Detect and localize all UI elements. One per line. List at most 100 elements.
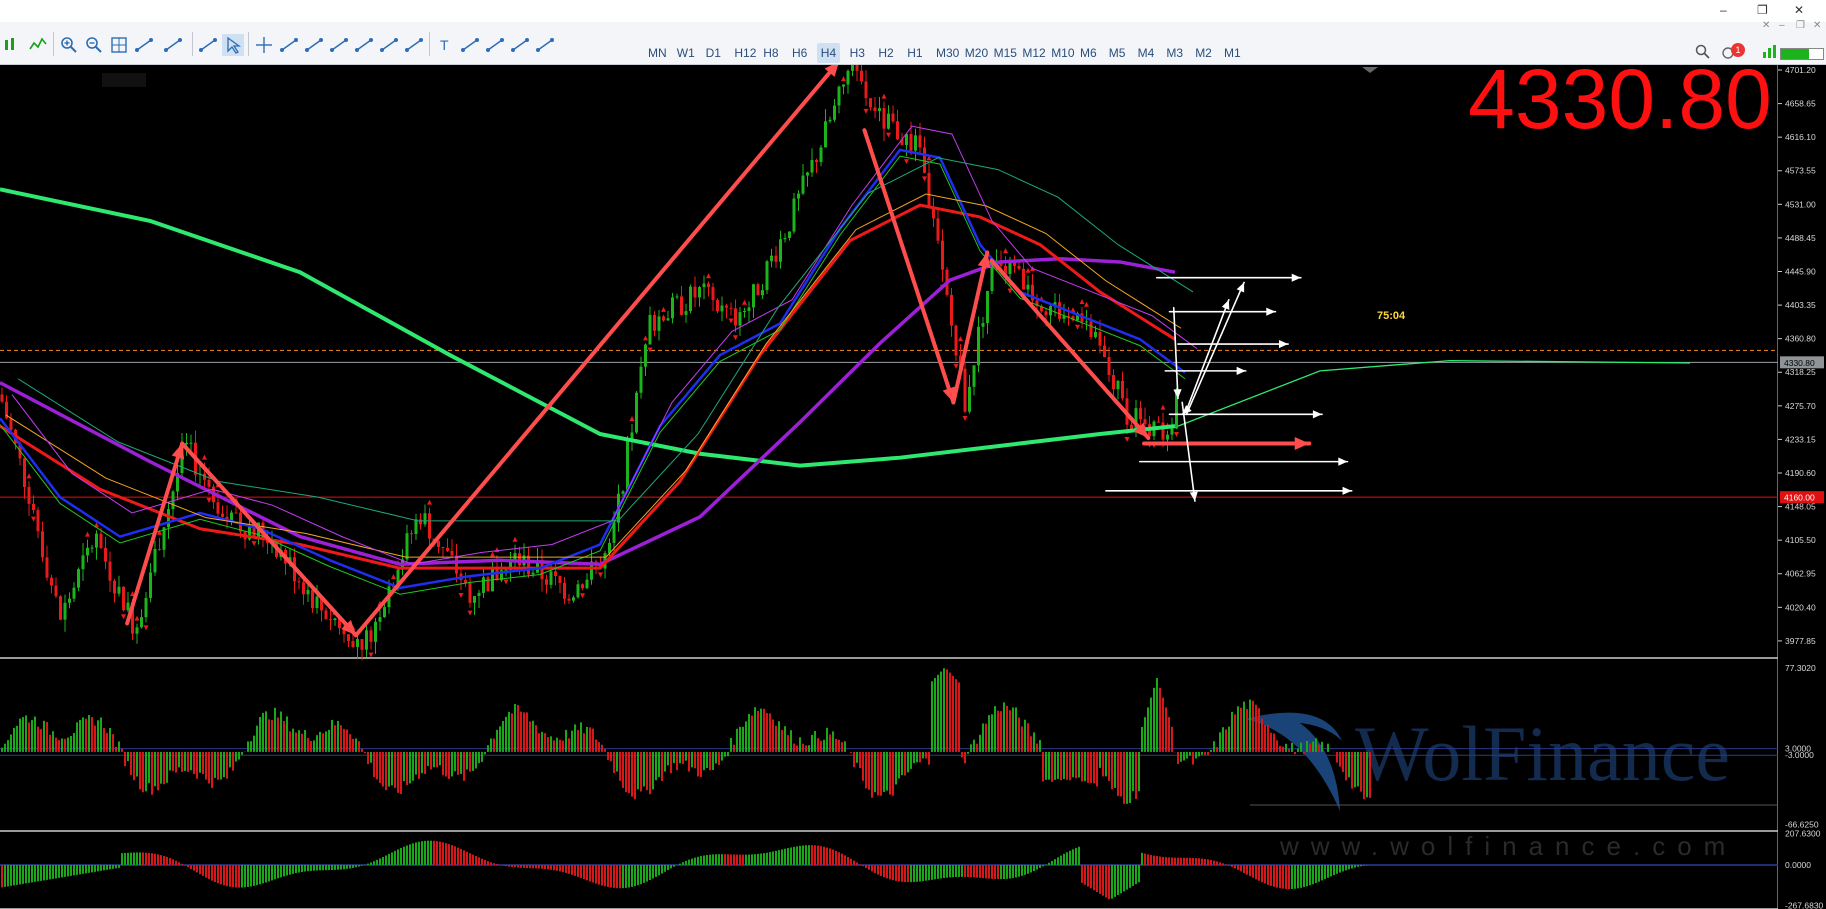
fractal-marker [904, 159, 909, 165]
timeframe-m5[interactable]: M5 [1109, 46, 1126, 60]
elliott-icon[interactable] [459, 34, 481, 56]
candle [36, 510, 40, 532]
fibonacci-icon-glyph [405, 38, 423, 52]
candle [810, 159, 814, 173]
axis-tick-label: 4445.90 [1785, 266, 1816, 276]
timeframe-h2[interactable]: H2 [878, 46, 893, 60]
timeframe-m2[interactable]: M2 [1195, 46, 1212, 60]
handle [70, 46, 77, 53]
bar-chart-icon[interactable] [2, 34, 24, 56]
fractal-marker [391, 573, 396, 579]
candle [815, 159, 818, 163]
candle [653, 315, 656, 331]
dot [550, 38, 554, 42]
timeframe-m6[interactable]: M6 [1080, 46, 1097, 60]
search-icon[interactable] [1693, 42, 1713, 62]
candle [486, 577, 490, 592]
candle [644, 344, 647, 367]
fractal-marker [202, 454, 207, 460]
crosshair-icon[interactable] [253, 34, 275, 56]
candle [545, 579, 548, 585]
line-chart-icon[interactable] [27, 34, 49, 56]
timeframe-m12[interactable]: M12 [1022, 46, 1045, 60]
projection-arrow-head [1338, 457, 1348, 466]
candle [788, 231, 791, 238]
timeframe-h4[interactable]: H4 [816, 43, 841, 63]
trendline-icon[interactable] [328, 34, 350, 56]
ray-icon[interactable] [353, 34, 375, 56]
chart-area[interactable]: WolFinance www.wolfinance.com 4701.20 4658… [0, 65, 1826, 909]
timeframe-h6[interactable]: H6 [792, 46, 807, 60]
fibonacci-icon[interactable] [403, 34, 425, 56]
signal-icon[interactable] [1760, 42, 1780, 62]
fractal-marker [742, 299, 747, 305]
timeframe-m15[interactable]: M15 [994, 46, 1017, 60]
candle [347, 634, 350, 642]
candle [765, 261, 769, 291]
shapes-icon[interactable] [509, 34, 531, 56]
timeframe-m30[interactable]: M30 [936, 46, 959, 60]
candle [783, 237, 787, 240]
chart-shift-icon[interactable] [162, 34, 184, 56]
candle [837, 86, 841, 106]
zoom-out-icon[interactable] [83, 34, 105, 56]
text-icon[interactable]: T [434, 34, 456, 56]
restore-icon[interactable]: ❐ [1757, 3, 1768, 17]
candle [45, 557, 49, 578]
dot [475, 38, 479, 42]
candle [698, 287, 701, 298]
candle [54, 585, 58, 597]
fractal-marker [706, 273, 711, 279]
vertical-line-icon[interactable] [278, 34, 300, 56]
candle [729, 307, 733, 309]
trend-arrow [951, 250, 990, 405]
axis-tick-label: 207.6300 [1785, 828, 1821, 838]
candle [761, 290, 764, 296]
sub-restore-icon[interactable]: ❐ [1796, 20, 1805, 31]
timeframe-mn[interactable]: MN [648, 46, 667, 60]
signal-meter-fill [1781, 49, 1809, 59]
more-shapes-icon[interactable] [534, 34, 556, 56]
horizontal-line-icon[interactable] [303, 34, 325, 56]
current-price-tag-label: 4330.80 [1784, 358, 1815, 368]
timeframe-h8[interactable]: H8 [763, 46, 778, 60]
timeframe-h12[interactable]: H12 [734, 46, 756, 60]
timeframe-w1[interactable]: W1 [677, 46, 695, 60]
minimize-icon[interactable]: – [1720, 3, 1727, 17]
candle [122, 586, 125, 611]
autoscroll-icon[interactable] [133, 34, 155, 56]
projection-arrows [1105, 273, 1353, 502]
timeframe-m3[interactable]: M3 [1166, 46, 1183, 60]
gann-icon[interactable] [484, 34, 506, 56]
timeframe-m1[interactable]: M1 [1224, 46, 1241, 60]
candle [189, 442, 193, 444]
dot [319, 38, 323, 42]
zoom-in-icon[interactable] [58, 34, 80, 56]
timeframe-m20[interactable]: M20 [965, 46, 988, 60]
sub-close-icon[interactable]: ✕ [1762, 20, 1770, 31]
grid-icon[interactable] [108, 34, 130, 56]
sub-minimize-icon[interactable]: – [1779, 20, 1785, 31]
sub-close2-icon[interactable]: ✕ [1813, 20, 1821, 31]
fractal-marker [1160, 404, 1166, 410]
candle [572, 597, 575, 601]
timeframe-m10[interactable]: M10 [1051, 46, 1074, 60]
candle [333, 618, 337, 621]
axis-tick-label: -267.6830 [1785, 901, 1824, 909]
candle [423, 513, 427, 525]
timeframe-h1[interactable]: H1 [907, 46, 922, 60]
timeframe-h3[interactable]: H3 [850, 46, 865, 60]
candle [95, 533, 98, 548]
fractal-marker [886, 132, 891, 138]
axis-tick-label: 4360.80 [1785, 334, 1816, 344]
screenshot-icon[interactable] [197, 34, 219, 56]
timeframe-m4[interactable]: M4 [1138, 46, 1155, 60]
cursor-icon[interactable] [222, 34, 244, 56]
fractal-marker [661, 306, 666, 312]
timeframe-d1[interactable]: D1 [706, 46, 721, 60]
candle [738, 312, 742, 326]
channel-icon[interactable] [378, 34, 400, 56]
dot [419, 38, 423, 42]
close-icon[interactable]: ✕ [1794, 3, 1804, 17]
candle [918, 135, 922, 148]
